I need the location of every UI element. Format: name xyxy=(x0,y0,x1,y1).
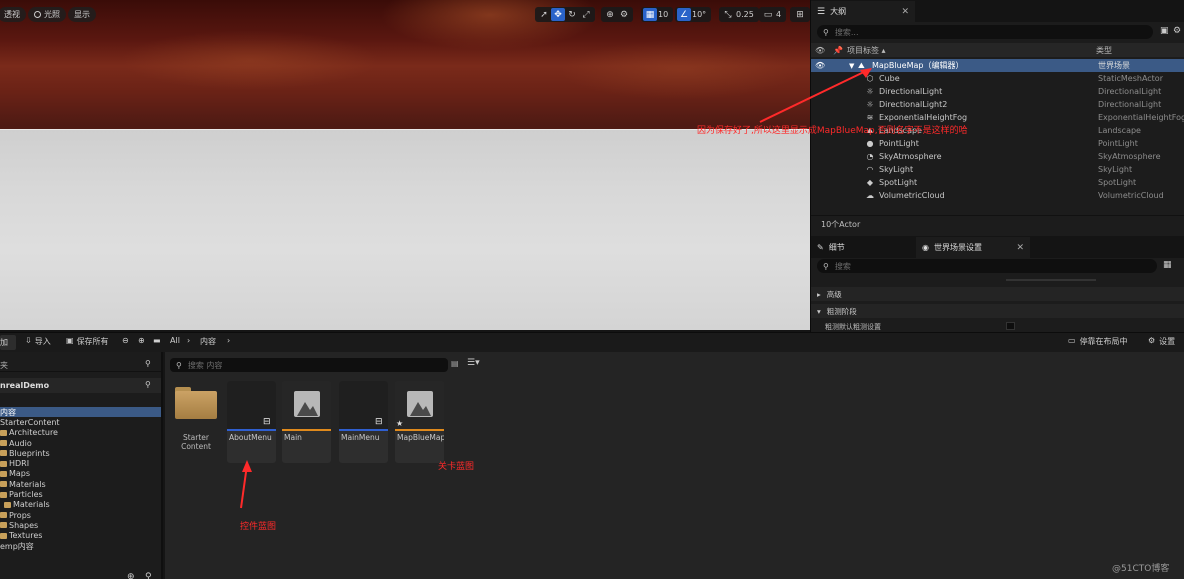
annotation-arrowhead xyxy=(242,460,252,472)
annotation-arrow xyxy=(759,69,869,123)
annotation-level-blueprint: 关卡蓝图 xyxy=(438,462,475,472)
annotation-arrows xyxy=(240,68,872,509)
annotation-saved-note: 因为保存好了,所以这里显示成MapBlueMap,否则名字不是这样的哈 xyxy=(697,126,968,136)
annotation-widget-blueprint: 控件蓝图 xyxy=(240,522,277,532)
watermark: @51CTO博客 xyxy=(1112,564,1170,574)
